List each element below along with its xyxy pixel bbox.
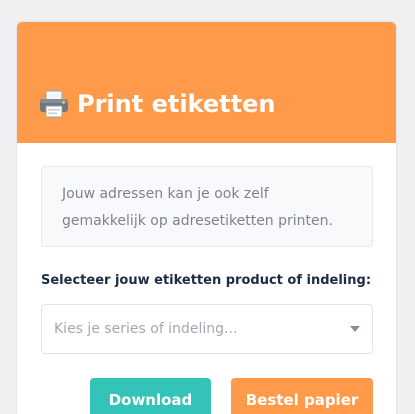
info-text: Jouw adressen kan je ook zelf gemakkelij… (62, 186, 333, 229)
card-header: Print etiketten (17, 22, 396, 143)
card-title: Print etiketten (77, 90, 276, 118)
series-select[interactable]: Kies je series of indeling... (41, 304, 373, 354)
select-placeholder: Kies je series of indeling... (54, 321, 238, 337)
select-label: Selecteer jouw etiketten product of inde… (41, 273, 372, 288)
title-row: Print etiketten (39, 90, 275, 118)
caret-down-icon (350, 326, 360, 332)
print-labels-card: Print etiketten Jouw adressen kan je ook… (16, 21, 397, 414)
printer-icon (40, 90, 68, 118)
download-button[interactable]: Download (90, 378, 211, 414)
order-paper-button[interactable]: Bestel papier (231, 378, 373, 414)
info-box: Jouw adressen kan je ook zelf gemakkelij… (41, 166, 373, 247)
